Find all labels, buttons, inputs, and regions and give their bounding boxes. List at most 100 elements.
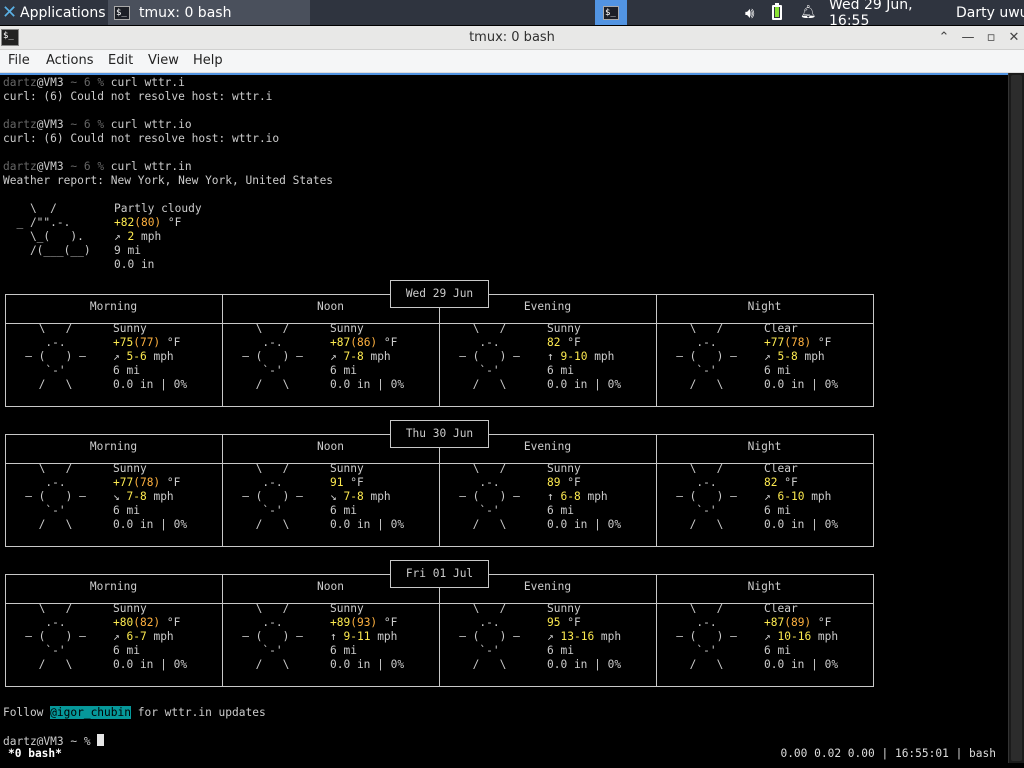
tmux-status-right: 0.00 0.02 0.00 | 16:55:01 | bash [780, 747, 996, 760]
current-wind: ↗ 2 mph [114, 230, 162, 243]
weather-art-line: / \ [656, 518, 724, 531]
weather-art-line: \ / [5, 462, 73, 475]
window-close-button[interactable]: ✕ [1004, 28, 1024, 48]
output-line: curl: (6) Could not resolve host: wttr.i… [3, 132, 280, 145]
period-label: Evening [523, 440, 572, 453]
prompt-line: dartz@VM3 ~ 6 % curl wttr.i [3, 76, 185, 89]
current-art-line: \_( ). [3, 230, 84, 243]
weather-art-line: `-' [439, 644, 500, 657]
period-label: Night [747, 300, 782, 313]
weather-art-line: `-' [656, 364, 717, 377]
period-label: Noon [317, 580, 344, 593]
taskbar-item-tmux[interactable]: $_ tmux: 0 bash [108, 0, 310, 25]
cell-visibility: 6 mi [764, 364, 791, 377]
panel-terminal-launcher[interactable]: $_ [595, 0, 627, 25]
menu-edit[interactable]: Edit [108, 53, 133, 68]
cell-wind: ↗ 6-10 mph [764, 490, 832, 503]
weather-art-line: ― ( ) ― [222, 630, 303, 643]
scrollbar-thumb[interactable] [1011, 75, 1022, 761]
cell-precipitation: 0.0 in | 0% [330, 378, 405, 391]
tmux-window-list[interactable]: *0 bash* [8, 746, 62, 762]
panel-clock[interactable]: Wed 29 Jun, 16:55 [829, 0, 949, 29]
cell-temperature: 95 °F [547, 616, 581, 629]
cell-wind: ↘ 7-8 mph [113, 490, 174, 503]
current-art-line: /(___(__) [3, 244, 91, 257]
cell-visibility: 6 mi [113, 644, 140, 657]
weather-art-line: / \ [439, 518, 507, 531]
cell-precipitation: 0.0 in | 0% [547, 658, 622, 671]
weather-art-line: \ / [656, 462, 724, 475]
cell-condition: Sunny [113, 462, 147, 475]
cell-precipitation: 0.0 in | 0% [113, 518, 188, 531]
cell-condition: Sunny [547, 322, 581, 335]
weather-art-line: / \ [439, 658, 507, 671]
menu-view[interactable]: View [148, 53, 179, 68]
cell-temperature: 82 °F [764, 476, 798, 489]
cell-condition: Sunny [330, 322, 364, 335]
current-precipitation: 0.0 in [114, 258, 155, 271]
output-line: curl: (6) Could not resolve host: wttr.i [3, 90, 273, 103]
weather-art-line: `-' [5, 644, 66, 657]
weather-art-line: ― ( ) ― [656, 350, 737, 363]
cell-wind: ↑ 6-8 mph [547, 490, 608, 503]
cell-visibility: 6 mi [764, 644, 791, 657]
cell-temperature: +77(78) °F [764, 336, 832, 349]
window-titlebar[interactable]: $_ tmux: 0 bash ⌃ — ▫ ✕ [0, 26, 1024, 50]
terminal-icon: $_ [603, 5, 619, 20]
weather-art-line: .-. [222, 616, 283, 629]
cell-precipitation: 0.0 in | 0% [330, 658, 405, 671]
weather-art-line: .-. [222, 476, 283, 489]
forecast-cell: \ / .-. ― ( ) ― `-' / \ Sunny +87(86) °F ↗ … [222, 322, 439, 392]
window-shade-button[interactable]: ⌃ [934, 28, 954, 48]
cell-condition: Clear [764, 322, 798, 335]
weather-art-line: \ / [222, 602, 290, 615]
cell-visibility: 6 mi [547, 364, 574, 377]
weather-art-line: `-' [656, 504, 717, 517]
cell-visibility: 6 mi [330, 504, 357, 517]
weather-art-line: `-' [222, 644, 283, 657]
applications-label: Applications [20, 4, 106, 21]
volume-icon[interactable]: 🔊︎ [745, 0, 763, 25]
cell-visibility: 6 mi [113, 364, 140, 377]
cell-temperature: +87(86) °F [330, 336, 398, 349]
cell-condition: Sunny [113, 602, 147, 615]
weather-art-line: \ / [439, 462, 507, 475]
cell-visibility: 6 mi [330, 364, 357, 377]
cell-temperature: +77(78) °F [113, 476, 181, 489]
cell-condition: Clear [764, 462, 798, 475]
weather-art-line: ― ( ) ― [222, 350, 303, 363]
forecast-cell: \ / .-. ― ( ) ― `-' / \ Clear +77(78) °F ↗ … [656, 322, 873, 392]
cell-visibility: 6 mi [547, 644, 574, 657]
cell-visibility: 6 mi [113, 504, 140, 517]
user-menu-button[interactable]: Darty uwu [956, 0, 1024, 25]
terminal-area[interactable]: dartz@VM3 ~ 6 % curl wttr.i curl: (6) Co… [0, 73, 1008, 763]
terminal-scrollbar[interactable] [1008, 73, 1024, 763]
notification-bell-icon[interactable]: 🔔︎ [800, 0, 818, 25]
battery-icon[interactable] [772, 0, 786, 25]
forecast-cell: \ / .-. ― ( ) ― `-' / \ Sunny +80(82) °F ↗ … [5, 602, 222, 672]
weather-art-line: .-. [656, 476, 717, 489]
menu-file[interactable]: File [8, 53, 30, 68]
weather-art-line: ― ( ) ― [656, 630, 737, 643]
cell-temperature: 91 °F [330, 476, 364, 489]
applications-menu-button[interactable]: ✕ Applications [0, 0, 106, 25]
cell-condition: Clear [764, 602, 798, 615]
cell-precipitation: 0.0 in | 0% [547, 518, 622, 531]
weather-art-line: ― ( ) ― [5, 350, 86, 363]
period-label: Night [747, 440, 782, 453]
cell-precipitation: 0.0 in | 0% [547, 378, 622, 391]
period-label: Night [747, 580, 782, 593]
menu-actions[interactable]: Actions [46, 53, 94, 68]
current-condition: Partly cloudy [114, 202, 202, 215]
weather-art-line: / \ [222, 518, 290, 531]
current-art-line: _ /"".-. [3, 216, 71, 229]
period-label: Morning [89, 580, 138, 593]
window-maximize-button[interactable]: ▫ [981, 28, 1001, 48]
weather-art-line: ― ( ) ― [5, 630, 86, 643]
weather-art-line: ― ( ) ― [222, 490, 303, 503]
cell-precipitation: 0.0 in | 0% [764, 518, 839, 531]
weather-art-line: \ / [656, 602, 724, 615]
weather-art-line: \ / [5, 322, 73, 335]
menu-help[interactable]: Help [193, 53, 223, 68]
window-minimize-button[interactable]: — [958, 28, 978, 48]
